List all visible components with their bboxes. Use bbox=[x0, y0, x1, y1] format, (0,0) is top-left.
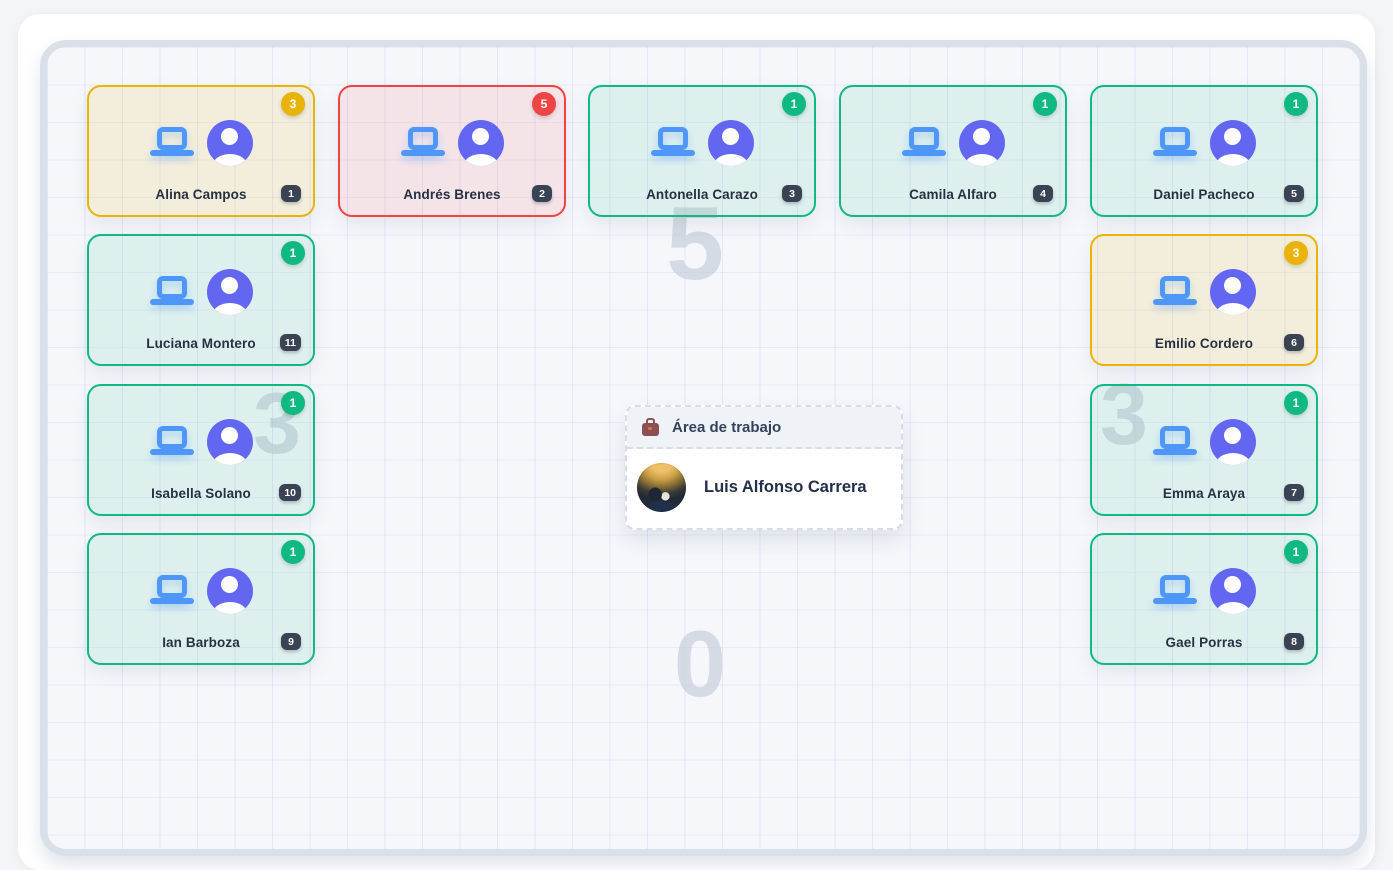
laptop-icon bbox=[1153, 425, 1197, 459]
desk-owner-name: Daniel Pacheco bbox=[1153, 187, 1254, 202]
person-icon bbox=[1210, 120, 1256, 166]
briefcase-icon bbox=[642, 423, 659, 436]
desk-owner-name: Antonella Carazo bbox=[646, 187, 758, 202]
laptop-icon bbox=[150, 275, 194, 309]
laptop-icon bbox=[651, 126, 695, 160]
desk-icons bbox=[150, 120, 253, 166]
workspace-member-row[interactable]: Luis Alfonso Carrera bbox=[627, 449, 901, 528]
laptop-icon bbox=[1153, 574, 1197, 608]
person-icon bbox=[207, 269, 253, 315]
occupancy-badge: 5 bbox=[532, 92, 556, 116]
floor-canvas[interactable]: 0 3 3 5 Área de trabajo Luis Alfonso Carrer… bbox=[40, 40, 1367, 856]
desk-owner-name: Emilio Cordero bbox=[1155, 336, 1253, 351]
desk-icons bbox=[1153, 419, 1256, 465]
desk-card[interactable]: 3 Emilio Cordero 6 bbox=[1090, 234, 1318, 366]
person-icon bbox=[1210, 568, 1256, 614]
desk-card[interactable]: 1 Isabella Solano 10 bbox=[87, 384, 315, 516]
laptop-icon bbox=[401, 126, 445, 160]
desk-icons bbox=[150, 568, 253, 614]
occupancy-badge: 3 bbox=[1284, 241, 1308, 265]
person-icon bbox=[708, 120, 754, 166]
member-name: Luis Alfonso Carrera bbox=[704, 478, 867, 497]
occupancy-badge: 1 bbox=[782, 92, 806, 116]
desk-icons bbox=[1153, 120, 1256, 166]
person-icon bbox=[207, 120, 253, 166]
desk-card[interactable]: 1 Ian Barboza 9 bbox=[87, 533, 315, 665]
desk-owner-name: Alina Campos bbox=[155, 187, 246, 202]
desk-owner-name: Ian Barboza bbox=[162, 635, 240, 650]
laptop-icon bbox=[902, 126, 946, 160]
desk-owner-name: Emma Araya bbox=[1163, 486, 1245, 501]
occupancy-badge: 3 bbox=[281, 92, 305, 116]
seat-number-chip: 4 bbox=[1033, 185, 1053, 202]
person-icon bbox=[959, 120, 1005, 166]
desk-icons bbox=[150, 419, 253, 465]
desk-card[interactable]: 1 Antonella Carazo 3 bbox=[588, 85, 816, 217]
seat-number-chip: 11 bbox=[280, 334, 301, 351]
desk-owner-name: Isabella Solano bbox=[151, 486, 251, 501]
laptop-icon bbox=[150, 425, 194, 459]
desk-owner-name: Luciana Montero bbox=[146, 336, 256, 351]
desk-card[interactable]: 1 Gael Porras 8 bbox=[1090, 533, 1318, 665]
member-avatar bbox=[637, 463, 686, 512]
desk-owner-name: Gael Porras bbox=[1166, 635, 1243, 650]
person-icon bbox=[1210, 269, 1256, 315]
person-icon bbox=[207, 568, 253, 614]
workspace-panel: Área de trabajo Luis Alfonso Carrera bbox=[625, 405, 903, 530]
seat-number-chip: 7 bbox=[1284, 484, 1304, 501]
desk-owner-name: Camila Alfaro bbox=[909, 187, 997, 202]
occupancy-badge: 1 bbox=[1284, 540, 1308, 564]
desk-card[interactable]: 3 Alina Campos 1 bbox=[87, 85, 315, 217]
seat-number-chip: 8 bbox=[1284, 633, 1304, 650]
desk-icons bbox=[401, 120, 504, 166]
person-icon bbox=[458, 120, 504, 166]
laptop-icon bbox=[150, 126, 194, 160]
desk-card[interactable]: 5 Andrés Brenes 2 bbox=[338, 85, 566, 217]
desk-icons bbox=[1153, 269, 1256, 315]
desk-icons bbox=[1153, 568, 1256, 614]
desk-icons bbox=[902, 120, 1005, 166]
occupancy-badge: 1 bbox=[1284, 391, 1308, 415]
occupancy-badge: 1 bbox=[281, 241, 305, 265]
workspace-panel-header: Área de trabajo bbox=[627, 407, 901, 449]
occupancy-badge: 1 bbox=[1284, 92, 1308, 116]
laptop-icon bbox=[1153, 275, 1197, 309]
seat-number-chip: 9 bbox=[281, 633, 301, 650]
seat-number-chip: 1 bbox=[281, 185, 301, 202]
desk-card[interactable]: 1 Camila Alfaro 4 bbox=[839, 85, 1067, 217]
seat-number-chip: 2 bbox=[532, 185, 552, 202]
desk-icons bbox=[651, 120, 754, 166]
laptop-icon bbox=[150, 574, 194, 608]
occupancy-badge: 1 bbox=[1033, 92, 1057, 116]
desk-card[interactable]: 1 Emma Araya 7 bbox=[1090, 384, 1318, 516]
occupancy-badge: 1 bbox=[281, 391, 305, 415]
person-icon bbox=[1210, 419, 1256, 465]
zone-watermark: 0 bbox=[674, 617, 726, 711]
desk-card[interactable]: 1 Daniel Pacheco 5 bbox=[1090, 85, 1318, 217]
laptop-icon bbox=[1153, 126, 1197, 160]
desk-owner-name: Andrés Brenes bbox=[403, 187, 500, 202]
seat-number-chip: 6 bbox=[1284, 334, 1304, 351]
workspace-panel-title: Área de trabajo bbox=[672, 419, 781, 436]
occupancy-badge: 1 bbox=[281, 540, 305, 564]
person-icon bbox=[207, 419, 253, 465]
seat-number-chip: 3 bbox=[782, 185, 802, 202]
desk-icons bbox=[150, 269, 253, 315]
desk-card[interactable]: 1 Luciana Montero 11 bbox=[87, 234, 315, 366]
seat-number-chip: 10 bbox=[279, 484, 301, 501]
seat-number-chip: 5 bbox=[1284, 185, 1304, 202]
